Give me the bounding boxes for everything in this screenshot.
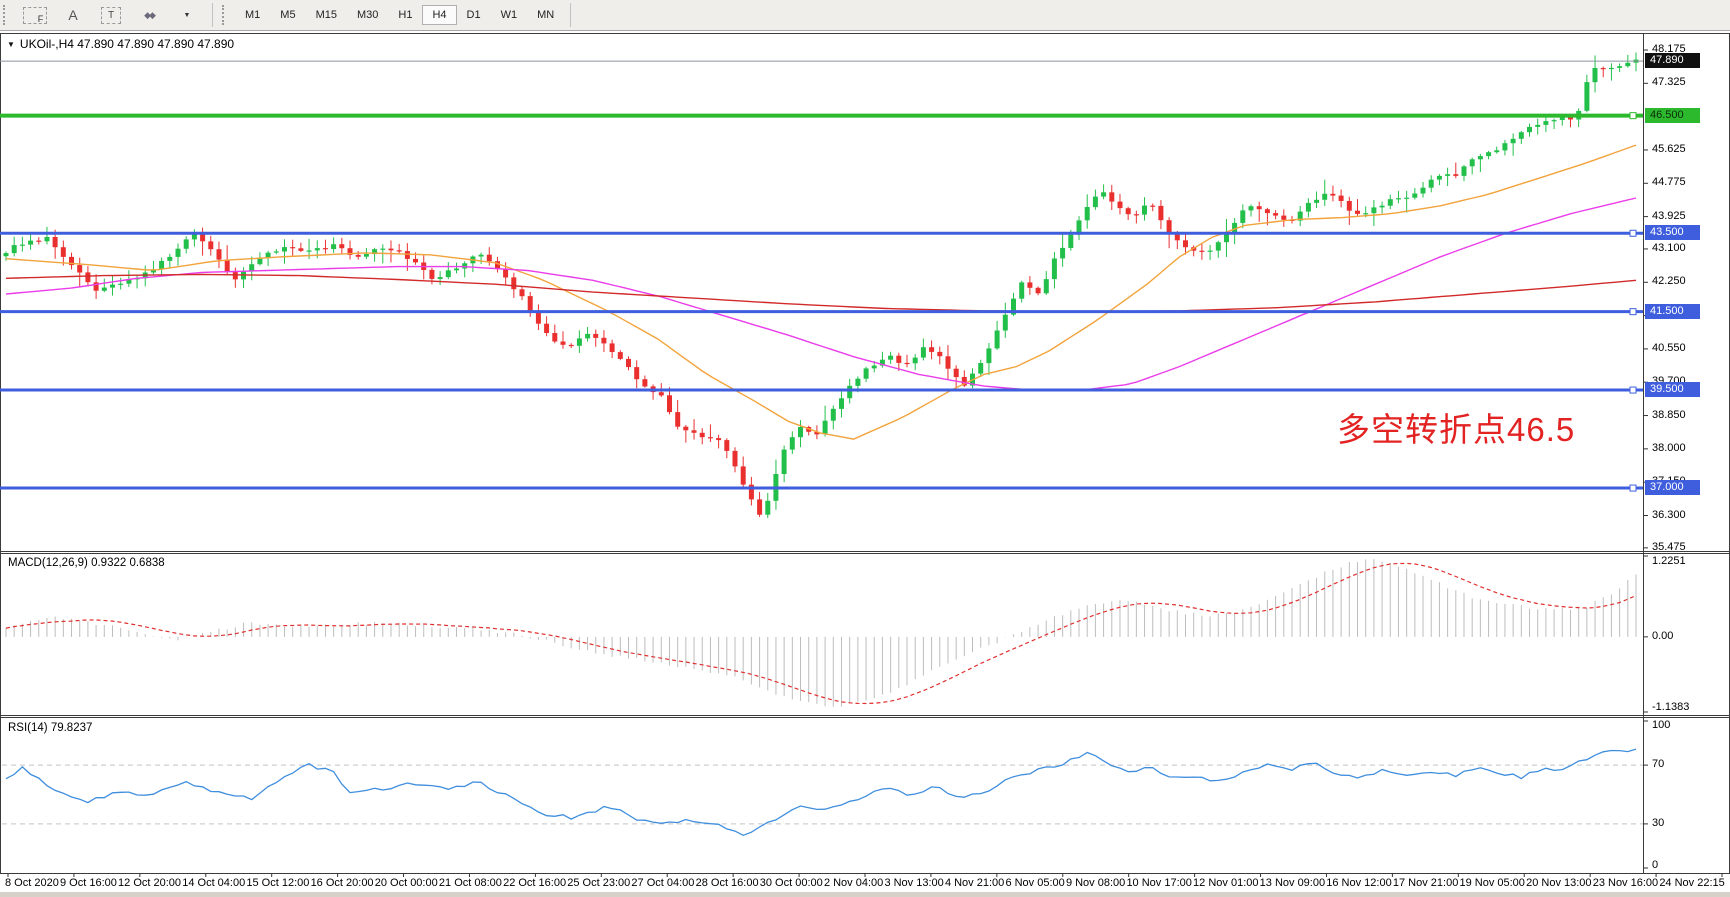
time-axis-label: 25 Oct 23:00 [567, 877, 630, 889]
timeframe-h4-button[interactable]: H4 [422, 5, 456, 25]
chart-title: ▼ UKOil-,H4 47.890 47.890 47.890 47.890 [7, 37, 234, 51]
chart-title-text: UKOil-,H4 47.890 47.890 47.890 47.890 [20, 37, 234, 51]
time-axis-label: 14 Oct 04:00 [182, 877, 245, 889]
time-axis[interactable]: 8 Oct 20209 Oct 16:0012 Oct 20:0014 Oct … [0, 877, 1730, 889]
time-axis-label: 6 Nov 05:00 [1005, 877, 1064, 889]
macd-indicator-label: MACD(12,26,9) 0.9322 0.6838 [8, 557, 165, 569]
toolbar: FAT ◆◆ ▼ M1M5M15M30H1H4D1W1MN [0, 0, 1730, 31]
time-axis-label: 9 Nov 08:00 [1066, 877, 1125, 889]
time-axis-label: 12 Nov 01:00 [1193, 877, 1258, 889]
time-axis-label: 13 Nov 09:00 [1260, 877, 1325, 889]
price-level-badge-46.500[interactable]: 46.500 [1645, 108, 1700, 123]
time-axis-label: 19 Nov 05:00 [1459, 877, 1524, 889]
timeframe-mn-button[interactable]: MN [527, 5, 564, 25]
time-axis-label: 23 Nov 16:00 [1593, 877, 1658, 889]
time-axis-label: 28 Oct 16:00 [696, 877, 759, 889]
toolbar-grip-handle[interactable] [3, 5, 11, 25]
timeframes-group: M1M5M15M30H1H4D1W1MN [235, 5, 564, 25]
toolbar-separator [570, 3, 571, 27]
time-axis-label: 30 Oct 00:00 [760, 877, 823, 889]
time-axis-label: 10 Nov 17:00 [1126, 877, 1191, 889]
annotation-text[interactable]: 多空转折点46.5 [1337, 403, 1575, 451]
text-label-tool-icon[interactable]: A [58, 3, 88, 27]
text-box-tool-icon[interactable]: T [96, 3, 126, 27]
price-level-badge-37.000[interactable]: 37.000 [1645, 480, 1700, 495]
time-axis-label: 12 Oct 20:00 [118, 877, 181, 889]
timeframe-d1-button[interactable]: D1 [457, 5, 491, 25]
shapes-tool-icon[interactable]: ◆◆ [134, 3, 164, 27]
time-axis-label: 27 Oct 04:00 [631, 877, 694, 889]
fibonacci-tool-icon[interactable]: F [20, 3, 50, 27]
timeframe-h1-button[interactable]: H1 [388, 5, 422, 25]
time-axis-label: 22 Oct 16:00 [503, 877, 566, 889]
timeframes-grip-handle[interactable] [222, 5, 230, 25]
timeframe-w1-button[interactable]: W1 [491, 5, 528, 25]
time-axis-label: 3 Nov 13:00 [884, 877, 943, 889]
collapse-triangle-icon[interactable]: ▼ [7, 40, 15, 49]
bottom-strip [0, 892, 1730, 897]
drawing-tools-group: FAT ◆◆ ▼ [16, 3, 206, 27]
price-level-badge-47.890[interactable]: 47.890 [1645, 53, 1700, 68]
rsi-indicator-label: RSI(14) 79.8237 [8, 722, 92, 734]
time-axis-label: 9 Oct 16:00 [60, 877, 117, 889]
timeframe-m5-button[interactable]: M5 [270, 5, 305, 25]
timeframe-m30-button[interactable]: M30 [347, 5, 388, 25]
time-axis-label: 16 Nov 12:00 [1326, 877, 1391, 889]
time-axis-label: 20 Oct 00:00 [375, 877, 438, 889]
time-axis-label: 20 Nov 13:00 [1526, 877, 1591, 889]
time-axis-label: 15 Oct 12:00 [246, 877, 309, 889]
price-level-badge-43.500[interactable]: 43.500 [1645, 225, 1700, 240]
time-axis-label: 8 Oct 2020 [5, 877, 59, 889]
time-axis-label: 24 Nov 22:15 [1659, 877, 1724, 889]
timeframe-m1-button[interactable]: M1 [235, 5, 270, 25]
timeframe-m15-button[interactable]: M15 [306, 5, 347, 25]
time-axis-label: 4 Nov 21:00 [945, 877, 1004, 889]
price-level-badge-41.500[interactable]: 41.500 [1645, 304, 1700, 319]
time-axis-label: 21 Oct 08:00 [439, 877, 502, 889]
time-axis-label: 17 Nov 21:00 [1393, 877, 1458, 889]
toolbar-separator [212, 3, 213, 27]
shapes-dropdown-icon[interactable]: ▼ [172, 3, 202, 27]
time-axis-label: 16 Oct 20:00 [311, 877, 374, 889]
time-axis-label: 2 Nov 04:00 [824, 877, 883, 889]
price-level-badge-39.500[interactable]: 39.500 [1645, 382, 1700, 397]
